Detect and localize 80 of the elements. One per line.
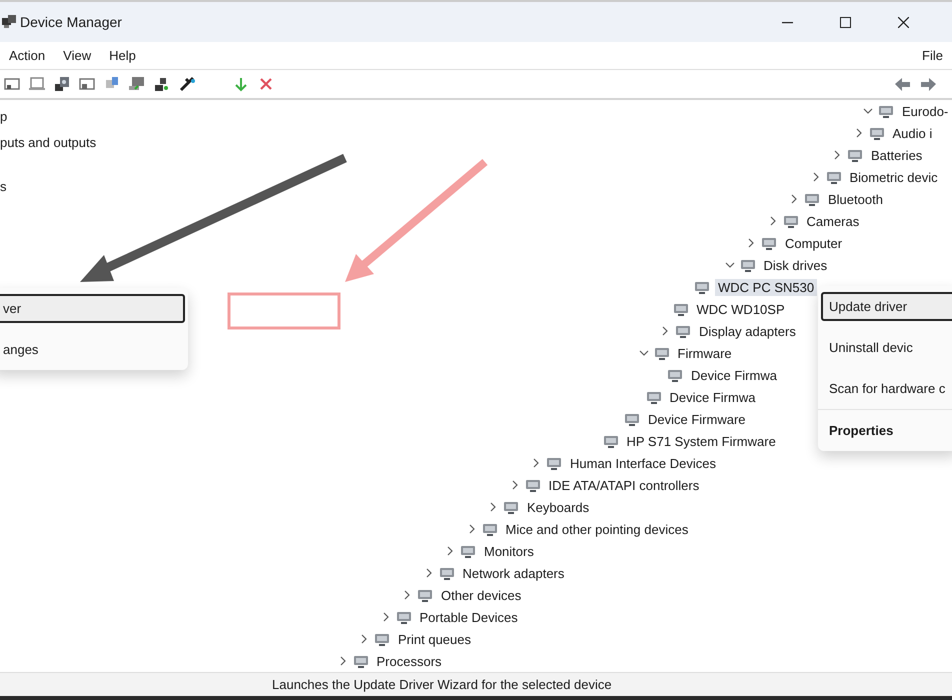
device-icon [672,301,688,317]
tree-item[interactable]: Device Firmwa [688,366,780,384]
window-icon[interactable] [29,76,45,92]
menu-item[interactable]: Uninstall devic [821,333,952,362]
device-icon [826,169,842,185]
tree-item[interactable]: Monitors [481,542,537,560]
device-icon [761,235,777,251]
maximize-icon [840,16,850,28]
device-icon [352,653,368,669]
device-icon [868,125,884,141]
tree-item[interactable]: IDE ATA/ATAPI controllers [546,476,702,494]
tree-item[interactable]: Cameras [804,212,862,230]
menu-item[interactable]: Help [100,48,145,63]
menu-item[interactable]: Action [0,48,54,63]
tree-item[interactable]: Display adapters [696,322,799,340]
device-icon [460,543,476,559]
tree-item[interactable]: Batteries [868,146,926,164]
tree-item[interactable]: HP S71 System Firmware [624,432,779,450]
device-icon [524,477,540,493]
device-icon [374,631,390,647]
device-icon [602,433,618,449]
device-icon [782,213,798,229]
menu-item[interactable]: View [54,48,100,63]
tree-item[interactable]: Bluetooth [825,190,886,208]
device-icon [438,565,454,581]
menu-item[interactable]: File [913,48,952,63]
tree-item[interactable]: Print queues [395,630,474,648]
window-icon[interactable] [79,76,95,92]
menu-item[interactable]: anges [0,335,185,364]
app-icon [2,15,16,29]
tree-item[interactable]: Biometric devic [846,168,941,186]
tree-item[interactable]: Device Firmware [645,410,749,428]
device-icon [654,345,670,361]
device-icon [878,103,894,119]
device-icon [503,499,519,515]
tree-item[interactable]: Computer [782,234,846,252]
tree-item[interactable]: Processors [374,652,445,670]
tree-item[interactable]: Mice and other pointing devices [502,520,692,538]
device-icon [675,323,691,339]
device-icon [624,411,640,427]
tool-icon[interactable] [179,76,195,92]
tree-item[interactable]: p [0,106,8,128]
device-icon [546,455,562,471]
forward-arrow-icon[interactable] [920,76,937,92]
tree-item[interactable]: Keyboards [524,498,592,516]
device-icon [740,257,756,273]
remove-icon[interactable] [258,76,274,92]
close-icon [898,16,908,28]
status-text: Launches the Update Driver Wizard for the selected device [272,677,612,692]
device-icon [417,587,433,603]
back-arrow-icon[interactable] [894,76,911,92]
device-icon [396,609,412,625]
tree-item[interactable]: puts and outputs [0,132,96,154]
device-icon[interactable] [54,76,70,92]
monitor-icon[interactable] [129,76,145,92]
down-arrow-icon[interactable] [233,76,249,92]
computer-icon[interactable] [154,76,170,92]
menu-item[interactable]: Properties [821,416,952,445]
tree-item[interactable]: Network adapters [460,564,568,582]
device-icon [482,521,498,537]
window-title: Device Manager [20,14,122,30]
tree-item[interactable]: Other devices [438,586,524,604]
device-icon [667,367,683,383]
tree-item[interactable]: Audio i [890,124,936,142]
tree-item[interactable]: WDC PC SN530 [715,278,818,296]
tree-item[interactable]: s [0,176,6,198]
menu-item[interactable]: ver [0,294,185,323]
device-icon [804,191,820,207]
device-icon [847,147,863,163]
device-icon [694,279,710,295]
tree-item[interactable]: Human Interface Devices [567,454,719,472]
tree-item[interactable]: WDC WD10SP [694,300,788,318]
tree-item[interactable]: Disk drives [760,256,830,274]
tree-item[interactable]: Firmware [674,344,735,362]
tree-item[interactable]: Portable Devices [416,608,521,626]
device-icon [646,389,662,405]
menu-item[interactable]: Update driver [821,292,952,321]
menu-item[interactable]: Scan for hardware c [821,374,952,403]
tree-item[interactable]: Device Firmwa [666,388,758,406]
tree-item[interactable]: Eurodo- [899,102,952,120]
